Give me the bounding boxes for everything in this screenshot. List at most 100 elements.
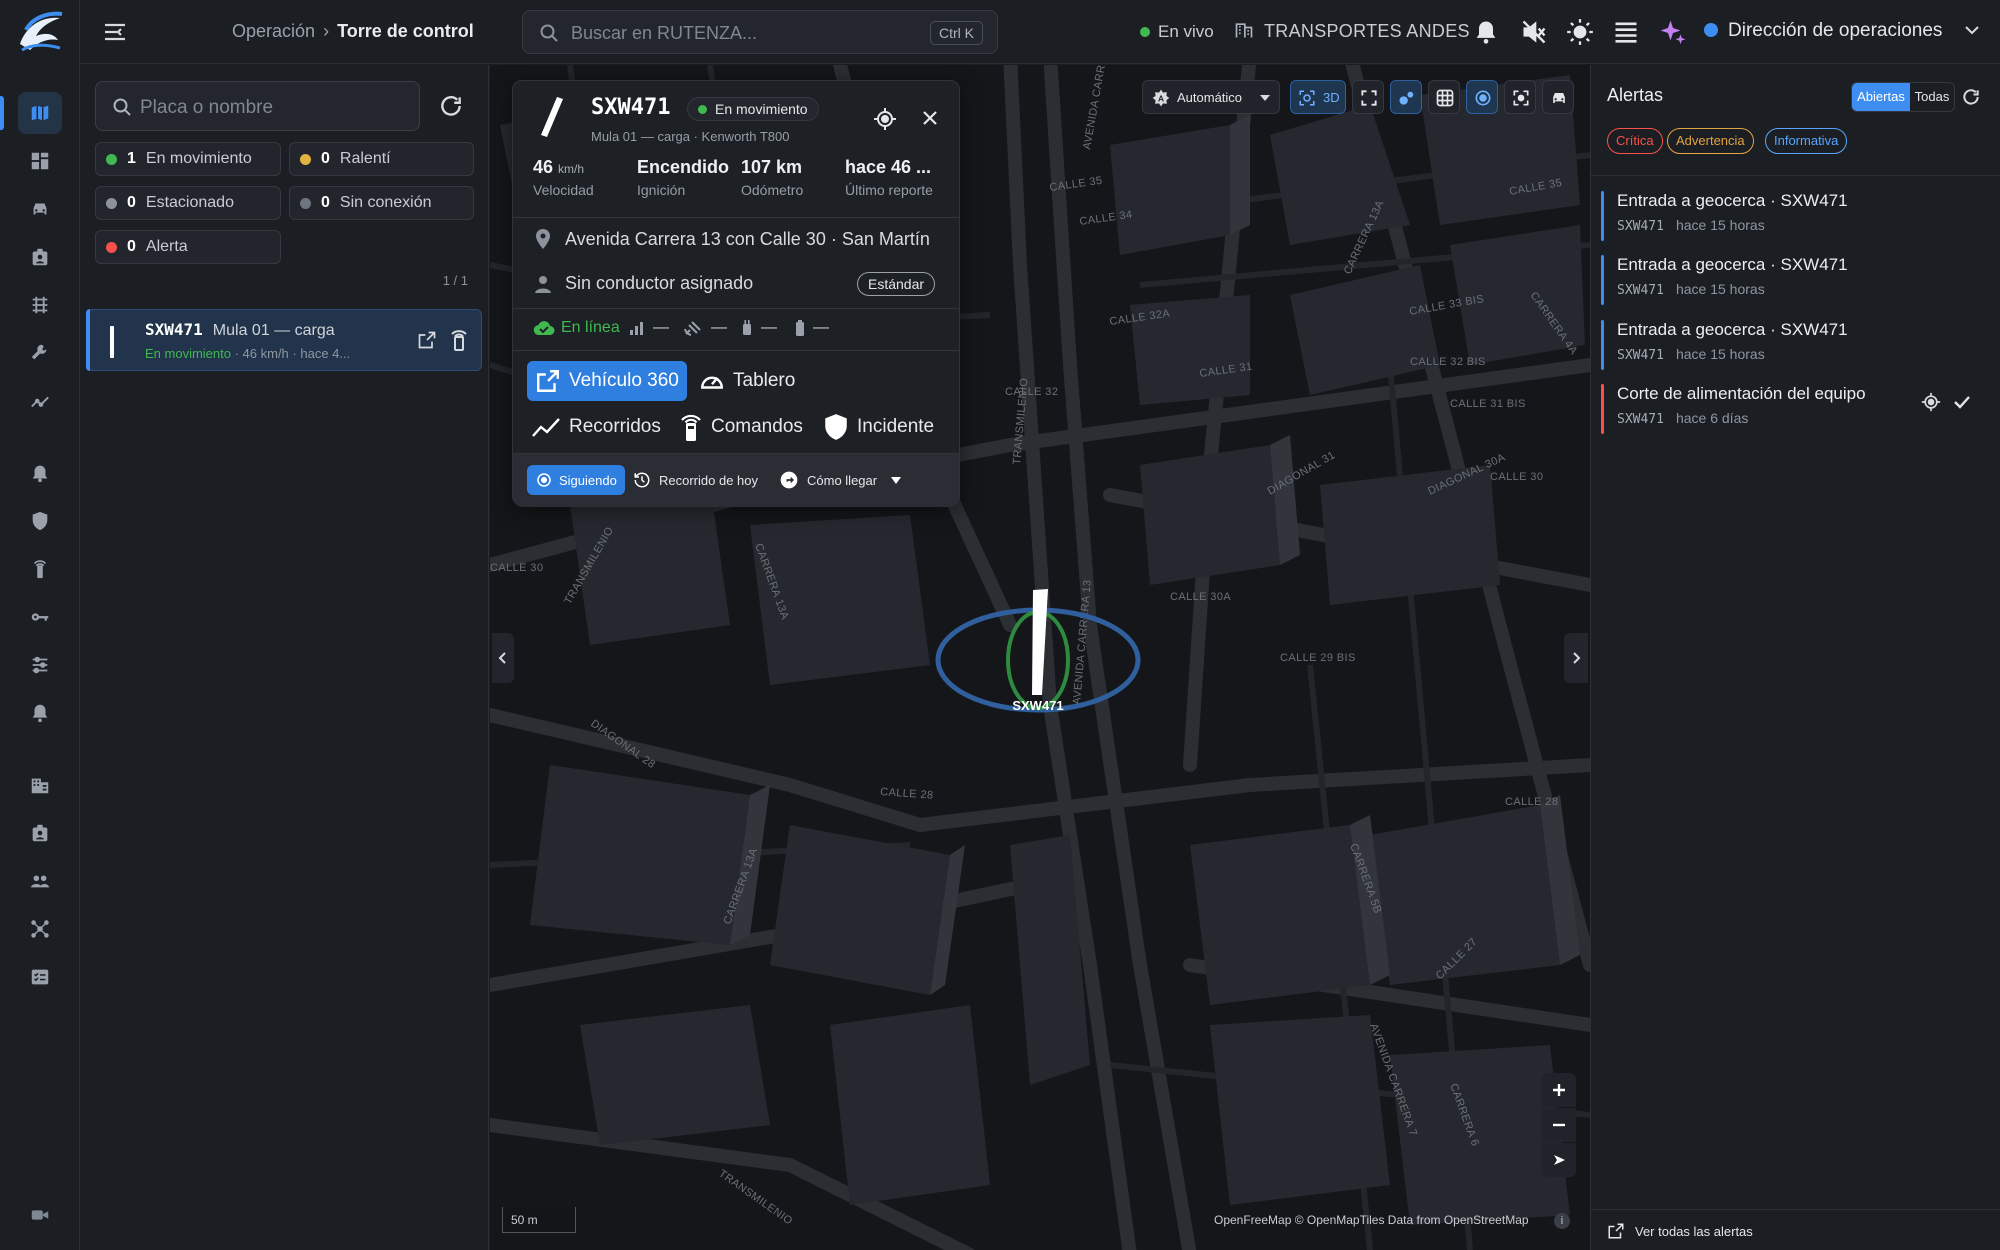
- rail-alarms-icon[interactable]: [18, 452, 62, 494]
- rail-maintenance-icon[interactable]: [18, 332, 62, 374]
- alert-item[interactable]: Entrada a geocerca · SXW471 SXW471 hace 15…: [1601, 189, 1991, 245]
- tab-all[interactable]: Todas: [1910, 83, 1954, 111]
- rail-commands-icon[interactable]: [18, 548, 62, 590]
- divider: [513, 217, 959, 218]
- counter-parked[interactable]: 0 Estacionado: [95, 186, 281, 220]
- plate-search-input[interactable]: Placa o nombre: [95, 81, 420, 131]
- filter-warning[interactable]: Advertencia: [1667, 128, 1754, 154]
- auto-brightness-icon: A: [1152, 89, 1170, 107]
- theme-sun-icon[interactable]: [1566, 18, 1594, 46]
- incident-button[interactable]: Incidente: [823, 407, 934, 447]
- list-menu-icon[interactable]: [1612, 18, 1640, 46]
- command-device-icon[interactable]: [449, 328, 469, 352]
- fit-bounds-button[interactable]: [1504, 80, 1536, 114]
- gps-status: —: [683, 319, 727, 337]
- organization-selector[interactable]: TRANSPORTES ANDES: [1234, 20, 1470, 42]
- zoom-in-button[interactable]: [1542, 1073, 1576, 1107]
- counter-offline[interactable]: 0 Sin conexión: [289, 186, 474, 220]
- zoom-out-button[interactable]: [1542, 1108, 1576, 1142]
- compass-button[interactable]: [1542, 1143, 1576, 1177]
- rail-geofence-icon[interactable]: [18, 284, 62, 326]
- trips-button[interactable]: Recorridos: [531, 407, 661, 447]
- vehicle-list-item[interactable]: SXW471 Mula 01 — carga En movimiento · 46…: [86, 309, 482, 371]
- info-icon[interactable]: i: [1554, 1213, 1570, 1229]
- focus-frame-icon: [1513, 90, 1529, 106]
- counter-idle[interactable]: 0 Ralentí: [289, 142, 474, 176]
- following-toggle[interactable]: Siguiendo: [527, 465, 625, 495]
- rail-badge-icon[interactable]: [18, 812, 62, 854]
- collapse-right-panel-button[interactable]: [1564, 633, 1588, 683]
- counter-label: Ralentí: [339, 150, 391, 167]
- dashboard-button[interactable]: Tablero: [699, 361, 795, 401]
- rail-users-icon[interactable]: [18, 860, 62, 902]
- rail-key-icon[interactable]: [18, 596, 62, 638]
- mute-sound-icon[interactable]: [1520, 18, 1548, 46]
- view-all-alerts-link[interactable]: Ver todas las alertas: [1607, 1222, 1753, 1240]
- driver-name: Sin conductor asignado: [565, 273, 754, 293]
- fullscreen-button[interactable]: [1352, 80, 1384, 114]
- driver-icon: [535, 276, 551, 293]
- today-trip-button[interactable]: Recorrido de hoy: [633, 465, 758, 495]
- counter-moving[interactable]: 1 En movimiento: [95, 142, 281, 176]
- page-title: Torre de control: [337, 21, 474, 41]
- rotate-3d-icon: [1299, 90, 1315, 106]
- map-style-selector[interactable]: A Automático: [1142, 80, 1280, 114]
- locate-alert-icon[interactable]: [1921, 392, 1941, 412]
- rail-analytics-icon[interactable]: [18, 380, 62, 422]
- directions-dropdown[interactable]: Cómo llegar: [779, 465, 902, 495]
- rail-vehicles-icon[interactable]: [18, 188, 62, 230]
- map-attribution[interactable]: OpenFreeMap © OpenMapTiles Data from Ope…: [1214, 1213, 1529, 1227]
- rail-security-icon[interactable]: [18, 500, 62, 542]
- close-panel-icon[interactable]: [921, 109, 939, 127]
- counter-alert[interactable]: 0 Alerta: [95, 230, 281, 264]
- today-trip-label: Recorrido de hoy: [659, 472, 758, 488]
- commands-button[interactable]: Comandos: [679, 407, 803, 447]
- rail-drivers-icon[interactable]: [18, 236, 62, 278]
- grid-layer-toggle[interactable]: [1428, 80, 1460, 114]
- locate-vehicle-icon[interactable]: [873, 107, 897, 131]
- refresh-icon[interactable]: [1961, 87, 1981, 107]
- alert-item[interactable]: Corte de alimentación del equipo SXW471 ha…: [1601, 382, 1991, 438]
- open-external-icon[interactable]: [417, 330, 437, 350]
- view-3d-toggle[interactable]: 3D: [1290, 80, 1346, 114]
- rail-map-icon[interactable]: [0, 92, 62, 134]
- street-label: CALLE 28: [1505, 796, 1558, 808]
- counter-value: 0: [127, 238, 136, 255]
- rail-checklist-icon[interactable]: [18, 956, 62, 998]
- tab-open[interactable]: Abiertas: [1852, 83, 1910, 111]
- global-search[interactable]: Buscar en RUTENZA... Ctrl K: [522, 10, 998, 54]
- acknowledge-check-icon[interactable]: [1953, 394, 1971, 410]
- stat-label: Ignición: [637, 182, 686, 198]
- rail-dashboard-icon[interactable]: [18, 140, 62, 182]
- street-label: CALLE 29 BIS: [1280, 652, 1356, 664]
- stat-value: 46: [533, 157, 554, 177]
- filter-critical[interactable]: Crítica: [1607, 128, 1663, 154]
- vehicle-360-button[interactable]: Vehículo 360: [527, 361, 687, 401]
- vehicle-layer-toggle[interactable]: [1542, 80, 1574, 114]
- rutenza-logo[interactable]: [12, 6, 68, 56]
- menu-toggle-icon[interactable]: [102, 20, 128, 44]
- rail-company-icon[interactable]: [18, 764, 62, 806]
- divider: [513, 350, 959, 351]
- cluster-layer-toggle[interactable]: [1390, 80, 1422, 114]
- driver-badge[interactable]: Estándar: [857, 272, 936, 296]
- target-icon: [537, 473, 551, 487]
- refresh-icon[interactable]: [438, 93, 464, 119]
- battery-status: —: [795, 319, 829, 337]
- operations-menu[interactable]: Dirección de operaciones: [1704, 20, 1980, 42]
- collapse-left-panel-button[interactable]: [492, 633, 514, 683]
- street-label: CALLE 30: [1490, 471, 1543, 483]
- alert-plate: SXW471: [1617, 283, 1664, 298]
- notifications-bell-icon[interactable]: [1472, 18, 1500, 46]
- rail-notifications-icon[interactable]: [18, 692, 62, 734]
- rail-integrations-icon[interactable]: [18, 908, 62, 950]
- rail-camera-icon[interactable]: [18, 1194, 62, 1236]
- breadcrumb-parent[interactable]: Operación: [232, 21, 315, 41]
- rail-settings-sliders-icon[interactable]: [18, 644, 62, 686]
- ai-sparkle-icon[interactable]: [1658, 18, 1686, 46]
- alert-time: hace 15 horas: [1675, 281, 1765, 297]
- alert-item[interactable]: Entrada a geocerca · SXW471 SXW471 hace 15…: [1601, 253, 1991, 309]
- alert-item[interactable]: Entrada a geocerca · SXW471 SXW471 hace 15…: [1601, 318, 1991, 374]
- follow-target-toggle[interactable]: [1466, 80, 1498, 114]
- filter-info[interactable]: Informativa: [1765, 128, 1848, 154]
